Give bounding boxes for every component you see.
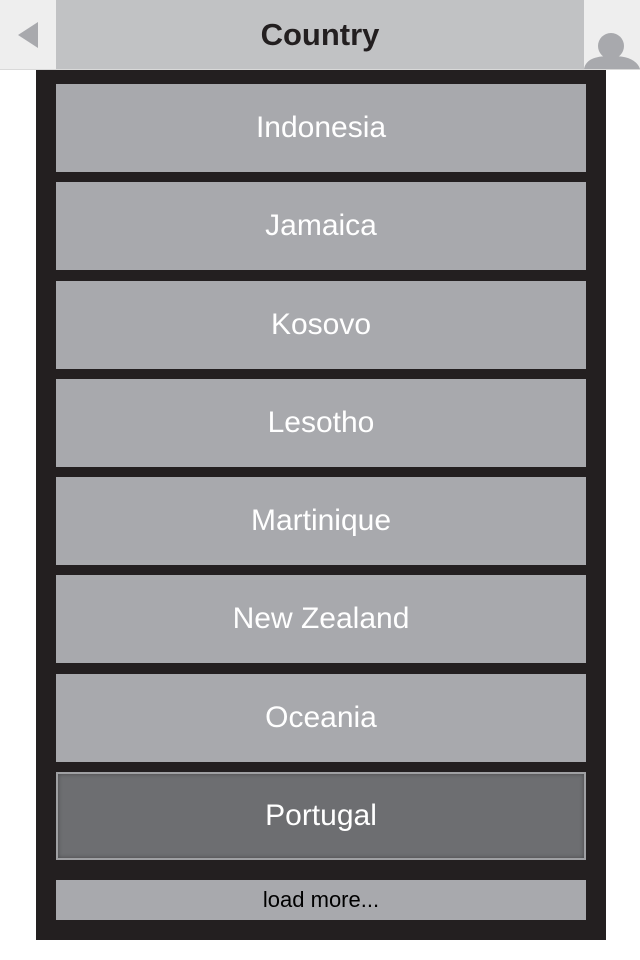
country-list: Indonesia Jamaica Kosovo Lesotho Martini… <box>36 70 606 940</box>
list-item-lesotho[interactable]: Lesotho <box>56 379 586 467</box>
country-picker-screen: Country Indonesia Jamaica Kosovo Lesotho… <box>0 0 640 960</box>
list-item-portugal-selected[interactable]: Portugal <box>56 772 586 860</box>
list-item-kosovo[interactable]: Kosovo <box>56 281 586 369</box>
back-arrow-icon <box>18 21 38 48</box>
user-avatar-icon <box>584 33 640 69</box>
list-item-oceania[interactable]: Oceania <box>56 674 586 762</box>
back-button[interactable] <box>0 0 56 69</box>
list-item-jamaica[interactable]: Jamaica <box>56 182 586 270</box>
list-item-martinique[interactable]: Martinique <box>56 477 586 565</box>
page-title: Country <box>56 0 584 69</box>
list-item-new-zealand[interactable]: New Zealand <box>56 575 586 663</box>
top-nav-bar: Country <box>0 0 640 70</box>
list-item-indonesia[interactable]: Indonesia <box>56 84 586 172</box>
profile-button[interactable] <box>584 0 640 69</box>
load-more-button[interactable]: load more... <box>56 880 586 920</box>
